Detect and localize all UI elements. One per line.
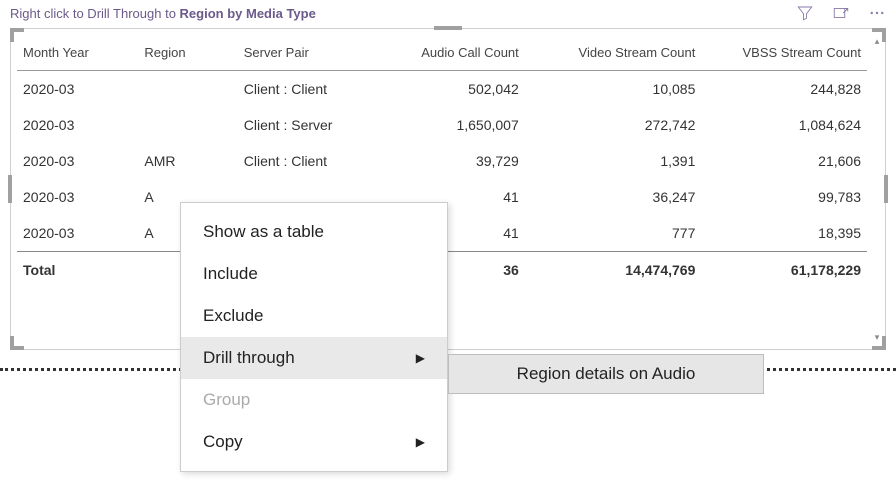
cell-server-pair: Client : Client (238, 71, 382, 108)
context-menu: Show as a table Include Exclude Drill th… (180, 202, 448, 472)
cell-month-year: 2020-03 (17, 215, 138, 252)
col-server-pair[interactable]: Server Pair (238, 35, 382, 71)
col-month-year[interactable]: Month Year (17, 35, 138, 71)
cell-vbss: 1,084,624 (701, 107, 867, 143)
menu-group: Group (181, 379, 447, 421)
table-visual[interactable]: Month Year Region Server Pair Audio Call… (10, 28, 886, 350)
resize-handle-top[interactable] (434, 26, 462, 30)
submenu-arrow-icon: ▶ (416, 351, 425, 365)
cell-vbss: 18,395 (701, 215, 867, 252)
vertical-scrollbar[interactable]: ▴ ▾ (871, 35, 883, 343)
cell-server-pair: Client : Server (238, 107, 382, 143)
submenu-arrow-icon: ▶ (416, 435, 425, 449)
cell-region (138, 107, 237, 143)
total-video: 14,474,769 (525, 252, 702, 289)
drill-through-submenu: Region details on Audio (448, 354, 764, 394)
focus-mode-icon[interactable] (832, 4, 850, 22)
table-row[interactable]: 2020-03 Client : Client 502,042 10,085 2… (17, 71, 867, 108)
table-row[interactable]: 2020-03 AMR Client : Client 39,729 1,391… (17, 143, 867, 179)
cell-video: 36,247 (525, 179, 702, 215)
menu-label: Group (203, 390, 250, 410)
menu-label: Drill through (203, 348, 295, 368)
scroll-down-icon[interactable]: ▾ (871, 331, 883, 343)
menu-show-as-table[interactable]: Show as a table (181, 211, 447, 253)
menu-drill-through[interactable]: Drill through ▶ (181, 337, 447, 379)
cell-server-pair: Client : Client (238, 143, 382, 179)
total-vbss: 61,178,229 (701, 252, 867, 289)
col-video[interactable]: Video Stream Count (525, 35, 702, 71)
cell-month-year: 2020-03 (17, 71, 138, 108)
cell-video: 272,742 (525, 107, 702, 143)
cell-region: AMR (138, 143, 237, 179)
menu-exclude[interactable]: Exclude (181, 295, 447, 337)
cell-month-year: 2020-03 (17, 107, 138, 143)
cell-audio: 1,650,007 (381, 107, 525, 143)
cell-month-year: 2020-03 (17, 179, 138, 215)
menu-label: Exclude (203, 306, 263, 326)
visual-header: Right click to Drill Through to Region b… (0, 0, 896, 28)
col-region[interactable]: Region (138, 35, 237, 71)
cell-audio: 502,042 (381, 71, 525, 108)
cell-video: 777 (525, 215, 702, 252)
filter-icon[interactable] (796, 4, 814, 22)
cell-region (138, 71, 237, 108)
title-bold: Region by Media Type (180, 6, 316, 21)
submenu-label: Region details on Audio (517, 364, 696, 383)
submenu-region-details-audio[interactable]: Region details on Audio (449, 355, 763, 393)
col-vbss[interactable]: VBSS Stream Count (701, 35, 867, 71)
cell-month-year: 2020-03 (17, 143, 138, 179)
col-audio[interactable]: Audio Call Count (381, 35, 525, 71)
cell-vbss: 244,828 (701, 71, 867, 108)
menu-include[interactable]: Include (181, 253, 447, 295)
menu-label: Include (203, 264, 258, 284)
cell-vbss: 99,783 (701, 179, 867, 215)
resize-handle-right[interactable] (884, 175, 888, 203)
more-options-icon[interactable] (868, 4, 886, 22)
cell-video: 10,085 (525, 71, 702, 108)
menu-label: Show as a table (203, 222, 324, 242)
visual-title: Right click to Drill Through to Region b… (10, 6, 316, 21)
menu-copy[interactable]: Copy ▶ (181, 421, 447, 463)
table-row[interactable]: 2020-03 Client : Server 1,650,007 272,74… (17, 107, 867, 143)
resize-handle-left[interactable] (8, 175, 12, 203)
cell-audio: 39,729 (381, 143, 525, 179)
menu-label: Copy (203, 432, 243, 452)
scroll-up-icon[interactable]: ▴ (871, 35, 883, 47)
cell-video: 1,391 (525, 143, 702, 179)
table-header-row: Month Year Region Server Pair Audio Call… (17, 35, 867, 71)
total-label: Total (17, 252, 138, 289)
title-prefix: Right click to Drill Through to (10, 6, 180, 21)
cell-vbss: 21,606 (701, 143, 867, 179)
